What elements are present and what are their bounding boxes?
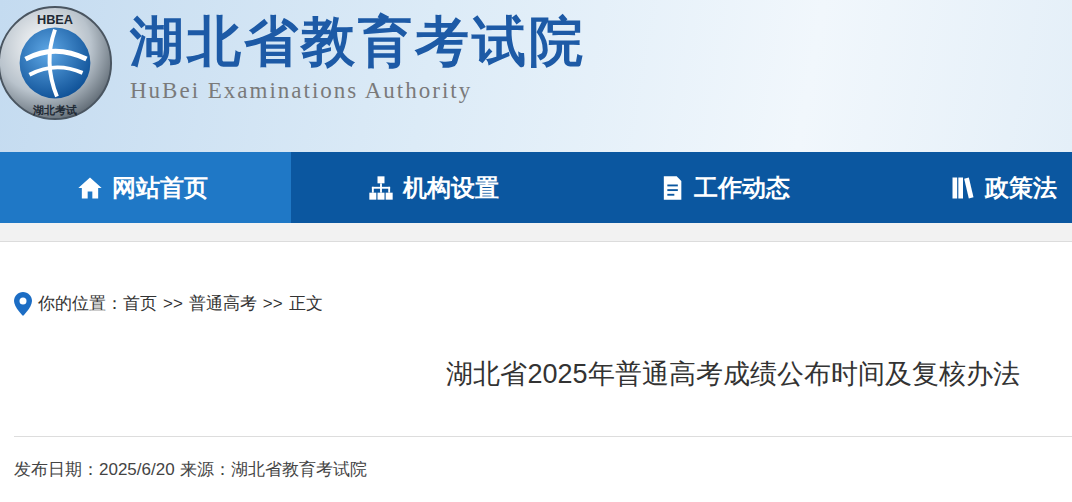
nav-label: 网站首页 <box>112 172 208 204</box>
main-nav: 网站首页 机构设置 工作动态 政策法 <box>0 152 1072 223</box>
breadcrumb-link: 正文 <box>289 292 323 316</box>
article-meta: 发布日期：2025/6/20来源：湖北省教育考试院 <box>14 458 1072 482</box>
date-label: 发布日期： <box>14 458 99 482</box>
book-icon <box>949 174 977 202</box>
breadcrumb-link[interactable]: 普通高考 <box>189 292 257 316</box>
site-title: 湖北省教育考试院 <box>130 10 586 74</box>
sitemap-icon <box>367 174 395 202</box>
nav-label: 政策法 <box>985 172 1057 204</box>
nav-item[interactable]: 机构设置 <box>291 152 582 223</box>
source-value: 湖北省教育考试院 <box>231 458 367 482</box>
nav-shadow-band <box>0 223 1072 242</box>
nav-label: 机构设置 <box>403 172 499 204</box>
logo-top-text: HBEA <box>37 12 73 27</box>
logo[interactable]: HBEA 湖北考试 <box>0 4 114 122</box>
location-pin-icon <box>14 292 34 316</box>
breadcrumb-link[interactable]: 首页 <box>123 292 157 316</box>
breadcrumb-separator: >> <box>163 292 183 316</box>
site-header: HBEA 湖北考试 湖北省教育考试院 HuBei Examinations Aut… <box>0 0 1072 152</box>
source-label: 来源： <box>180 458 231 482</box>
nav-label: 工作动态 <box>694 172 790 204</box>
date-value: 2025/6/20 <box>99 458 175 482</box>
breadcrumb: 你的位置：首页>>普通高考>>正文 <box>14 292 1072 316</box>
document-icon <box>658 174 686 202</box>
nav-item[interactable]: 网站首页 <box>0 152 291 223</box>
breadcrumb-separator: >> <box>263 292 283 316</box>
nav-item[interactable]: 政策法 <box>873 152 1072 223</box>
nav-item[interactable]: 工作动态 <box>582 152 873 223</box>
article-title: 湖北省2025年普通高考成绩公布时间及复核办法 <box>14 354 1072 394</box>
home-icon <box>76 174 104 202</box>
site-subtitle: HuBei Examinations Authority <box>130 76 586 106</box>
logo-bottom-text: 湖北考试 <box>32 104 77 117</box>
breadcrumb-prefix: 你的位置： <box>38 292 123 316</box>
